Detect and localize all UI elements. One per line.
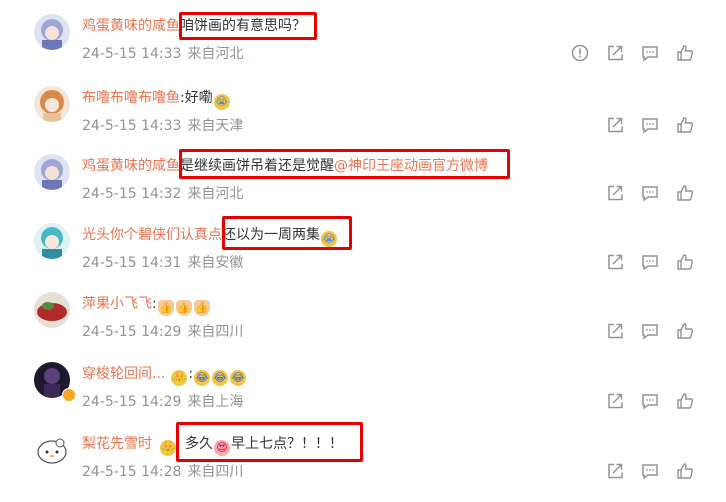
comment-text: 好嘞 [184, 90, 213, 106]
comment-icon[interactable] [632, 114, 667, 136]
like-icon[interactable] [667, 42, 702, 64]
comment-line: 布噜布噜布噜鱼:好嘞 😭 [82, 88, 231, 110]
laugh-cry-emoji-icon: 😂 [194, 370, 211, 386]
share-icon[interactable] [597, 42, 632, 64]
comment-row: 梨花先雪时 👑 多久 😍 早上七点？！！！ 24-5-15 14:28 来自四川 [0, 422, 726, 499]
comment-date: 24-5-15 14:29 [82, 324, 182, 340]
avatar[interactable] [34, 86, 70, 122]
laugh-cry-emoji-icon: 😂 [230, 370, 247, 386]
comment-row: 布噜布噜布噜鱼:好嘞 😭 24-5-15 14:33 来自天津 [0, 84, 726, 153]
comment-date: 24-5-15 14:33 [82, 46, 182, 62]
crown-badge-icon: 👑 [171, 370, 188, 386]
comment-meta: 24-5-15 14:31 来自安徽 [82, 253, 243, 273]
share-icon[interactable] [597, 182, 632, 204]
share-icon[interactable] [597, 320, 632, 342]
crown-badge-icon: 👑 [160, 440, 176, 456]
share-icon[interactable] [597, 251, 632, 273]
ellipsis: ... [152, 366, 166, 382]
username-link[interactable]: 鸡蛋黄味的咸鱼 [82, 158, 180, 174]
comment-icon[interactable] [632, 182, 667, 204]
like-icon[interactable] [667, 251, 702, 273]
comment-date: 24-5-15 14:31 [82, 255, 182, 271]
share-icon[interactable] [597, 390, 632, 412]
like-icon[interactable] [667, 460, 702, 482]
comment-actions [597, 182, 702, 204]
crying-emoji-icon: 😭 [213, 94, 230, 110]
highlight-box [179, 149, 510, 179]
comment-location: 来自上海 [187, 394, 244, 410]
colon: : [188, 366, 194, 382]
comment-location: 来自天津 [187, 118, 244, 134]
avatar[interactable] [34, 223, 70, 259]
comment-icon[interactable] [632, 251, 667, 273]
username-link[interactable]: 穿梭轮回间 [82, 366, 152, 382]
like-icon[interactable] [667, 182, 702, 204]
comment-actions [597, 320, 702, 342]
comment-location: 来自四川 [187, 464, 244, 480]
highlight-box [176, 422, 363, 462]
comment-date: 24-5-15 14:32 [82, 186, 182, 202]
colon: : [152, 296, 157, 312]
share-icon[interactable] [597, 114, 632, 136]
comment-actions [597, 251, 702, 273]
comment-actions [597, 390, 702, 412]
avatar[interactable] [34, 14, 70, 50]
laugh-cry-emoji-icon: 😂 [212, 370, 229, 386]
avatar[interactable] [34, 292, 70, 328]
avatar[interactable] [34, 432, 70, 468]
comment-meta: 24-5-15 14:32 来自河北 [82, 184, 243, 204]
comment-meta: 24-5-15 14:29 来自四川 [82, 322, 243, 342]
comment-location: 来自河北 [187, 186, 244, 202]
report-icon[interactable] [562, 42, 597, 64]
comment-actions [597, 114, 702, 136]
thumbs-up-emoji-icon: 👍 [175, 300, 192, 316]
comment-icon[interactable] [632, 390, 667, 412]
comment-icon[interactable] [632, 460, 667, 482]
comment-row: 穿梭轮回间... 👑: 😂 😂 😂 24-5-15 14:29 来自上海 [0, 360, 726, 429]
username-link[interactable]: 鸡蛋黄味的咸鱼 [82, 18, 180, 34]
avatar[interactable] [34, 154, 70, 190]
comment-line: 萍果小飞飞: 👍 👍 👍 [82, 294, 211, 316]
comment-date: 24-5-15 14:29 [82, 394, 182, 410]
verified-badge-icon [62, 388, 76, 402]
comment-actions [597, 460, 702, 482]
comment-row: 鸡蛋黄味的咸鱼咱饼画的有意思吗？ 24-5-15 14:33 来自河北 [0, 12, 726, 81]
comment-location: 来自四川 [187, 324, 244, 340]
comment-line: 穿梭轮回间... 👑: 😂 😂 😂 [82, 364, 247, 386]
comment-icon[interactable] [632, 42, 667, 64]
username-link[interactable]: 光头你个碧侠们认真点 [82, 227, 222, 243]
thumbs-up-emoji-icon: 👍 [193, 300, 210, 316]
thumbs-up-emoji-icon: 👍 [157, 300, 174, 316]
comment-meta: 24-5-15 14:33 来自河北 [82, 44, 243, 64]
comment-icon[interactable] [632, 320, 667, 342]
highlight-box [179, 12, 317, 40]
highlight-box [222, 216, 352, 250]
comment-row: 萍果小飞飞: 👍 👍 👍 24-5-15 14:29 来自四川 [0, 290, 726, 359]
like-icon[interactable] [667, 114, 702, 136]
username-link[interactable]: 梨花先雪时 [82, 436, 152, 452]
comment-location: 来自河北 [187, 46, 244, 62]
comment-row: 鸡蛋黄味的咸鱼是继续画饼吊着还是觉醒@神印王座动画官方微博 24-5-15 14… [0, 149, 726, 221]
comment-meta: 24-5-15 14:29 来自上海 [82, 392, 243, 412]
comment-date: 24-5-15 14:28 [82, 464, 182, 480]
comment-actions [562, 42, 702, 64]
comment-date: 24-5-15 14:33 [82, 118, 182, 134]
like-icon[interactable] [667, 390, 702, 412]
comment-location: 来自安徽 [187, 255, 244, 271]
comment-row: 光头你个碧侠们认真点还以为一周两集 😭 24-5-15 14:31 来自安徽 [0, 216, 726, 290]
username-link[interactable]: 布噜布噜布噜鱼 [82, 90, 180, 106]
username-link[interactable]: 萍果小飞飞 [82, 296, 152, 312]
comment-meta: 24-5-15 14:28 来自四川 [82, 462, 243, 482]
share-icon[interactable] [597, 460, 632, 482]
like-icon[interactable] [667, 320, 702, 342]
comment-meta: 24-5-15 14:33 来自天津 [82, 116, 243, 136]
